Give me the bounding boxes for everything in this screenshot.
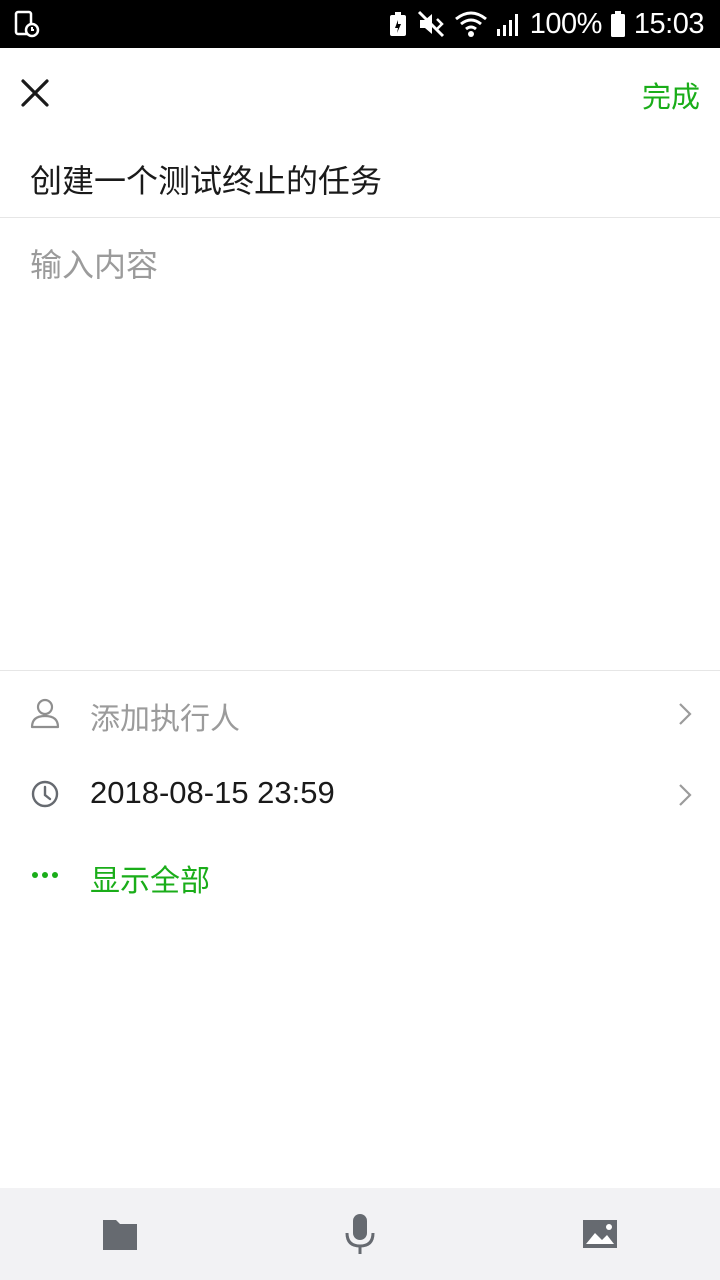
clock: 15:03 [633, 7, 705, 40]
divider [0, 670, 720, 671]
show-all-label: 显示全部 [90, 864, 210, 899]
battery-icon [610, 11, 625, 37]
vibrate-mute-icon [417, 10, 444, 38]
more-dots-icon [32, 872, 58, 878]
done-button[interactable]: 完成 [642, 74, 700, 116]
battery-percent: 100% [529, 7, 603, 40]
clock-icon [31, 780, 59, 808]
battery-saver-icon [389, 12, 406, 36]
add-assignee-label: 添加执行人 [90, 702, 240, 737]
image-icon[interactable] [576, 1210, 624, 1258]
deadline-value: 2018-08-15 23:59 [90, 775, 335, 810]
task-title[interactable]: 创建一个测试终止的任务 [30, 156, 382, 202]
add-assignee-row[interactable]: 添加执行人 [0, 674, 720, 754]
chevron-right-icon [679, 784, 692, 806]
microphone-icon[interactable] [336, 1210, 384, 1258]
bottom-toolbar [0, 1188, 720, 1280]
status-bar: 100% 15:03 [0, 0, 720, 48]
divider [0, 217, 720, 218]
chevron-right-icon [679, 703, 692, 725]
signal-icon [496, 14, 518, 36]
deadline-row[interactable]: 2018-08-15 23:59 [0, 755, 720, 835]
top-bar: 完成 [0, 48, 720, 140]
person-icon [30, 698, 60, 729]
folder-icon[interactable] [96, 1210, 144, 1258]
close-icon[interactable] [14, 72, 56, 114]
content-input[interactable] [30, 240, 690, 640]
screenshot-notification-icon [14, 10, 40, 38]
wifi-icon [454, 11, 487, 37]
show-all-row[interactable]: 显示全部 [0, 836, 720, 916]
